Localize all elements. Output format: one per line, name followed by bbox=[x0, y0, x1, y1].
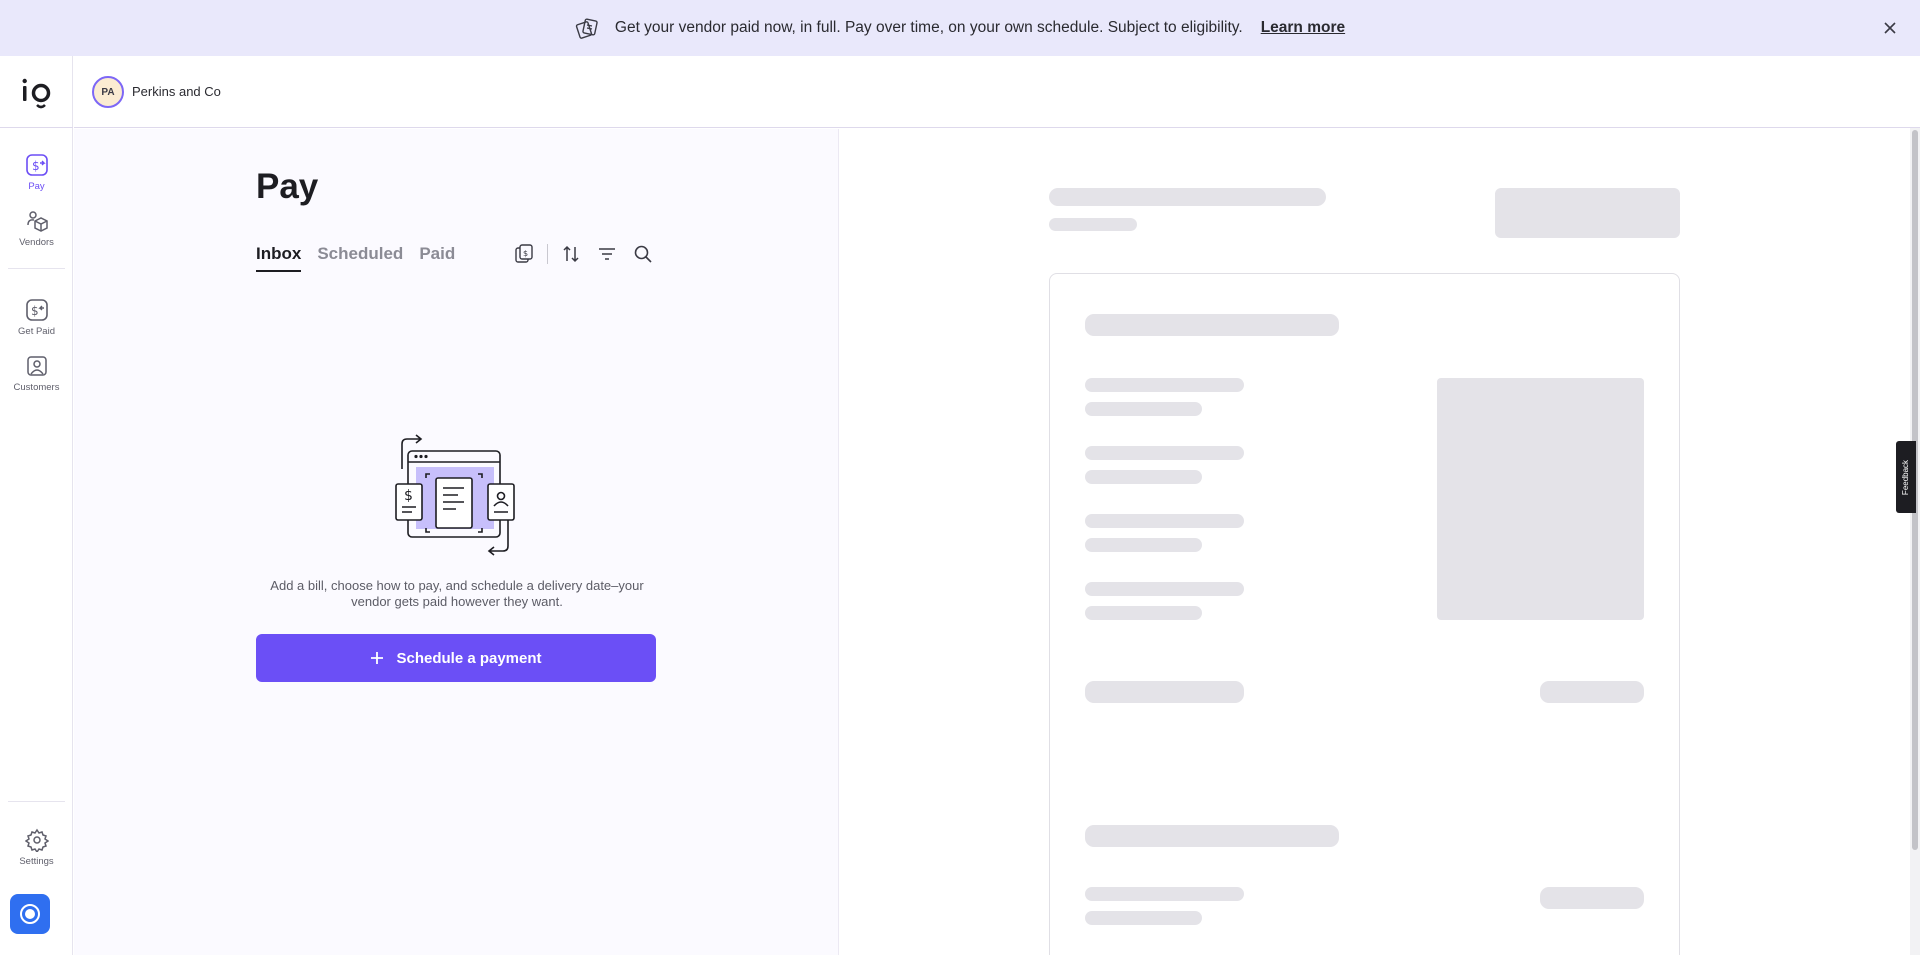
customers-icon bbox=[26, 356, 47, 376]
skeleton-bar bbox=[1085, 606, 1202, 620]
tab-scheduled[interactable]: Scheduled bbox=[317, 244, 403, 272]
svg-text:$: $ bbox=[32, 159, 40, 173]
skeleton-bar bbox=[1540, 887, 1644, 909]
tab-inbox[interactable]: Inbox bbox=[256, 244, 302, 272]
banner-message: Get your vendor paid now, in full. Pay o… bbox=[614, 19, 1243, 36]
skeleton-bar bbox=[1049, 188, 1326, 206]
vendors-icon bbox=[26, 211, 48, 232]
sidebar-item-label: Customers bbox=[13, 382, 60, 393]
skeleton-bar bbox=[1085, 470, 1202, 484]
sidebar-item-label: Vendors bbox=[19, 237, 54, 248]
get-paid-icon: $ bbox=[25, 299, 48, 321]
sort-icon[interactable] bbox=[560, 243, 582, 265]
avatar[interactable]: PA bbox=[92, 76, 124, 108]
sidebar-item-vendors[interactable]: Vendors bbox=[0, 209, 73, 257]
top-header: PA Perkins and Co bbox=[74, 56, 1920, 128]
help-icon bbox=[20, 904, 40, 924]
promo-banner: Get your vendor paid now, in full. Pay o… bbox=[0, 0, 1920, 56]
search-icon[interactable] bbox=[632, 243, 654, 265]
skeleton-block bbox=[1495, 188, 1680, 238]
skeleton-bar bbox=[1085, 446, 1244, 460]
skeleton-bar bbox=[1085, 378, 1244, 392]
pay-icon: $ bbox=[25, 154, 48, 176]
sidebar-item-customers[interactable]: Customers bbox=[0, 354, 73, 402]
filter-icon[interactable] bbox=[596, 243, 618, 265]
tab-bar: Inbox Scheduled Paid bbox=[256, 244, 455, 272]
feedback-tab[interactable]: Feedback bbox=[1896, 441, 1916, 513]
schedule-payment-label: Schedule a payment bbox=[396, 649, 542, 667]
skeleton-bar bbox=[1085, 314, 1339, 336]
schedule-payment-button[interactable]: Schedule a payment bbox=[256, 634, 656, 682]
skeleton-bar bbox=[1049, 218, 1137, 231]
toolbar-divider bbox=[547, 244, 548, 264]
sidebar: $ Pay Vendors $ Get Paid Customers Setti… bbox=[0, 56, 73, 955]
skeleton-bar bbox=[1085, 887, 1244, 901]
sidebar-item-get-paid[interactable]: $ Get Paid bbox=[0, 298, 73, 346]
sidebar-item-label: Settings bbox=[19, 856, 54, 867]
brand-logo[interactable] bbox=[20, 74, 54, 112]
pay-panel: Pay Inbox Scheduled Paid $ $ Add a bill,… bbox=[74, 129, 839, 955]
feedback-label: Feedback bbox=[1901, 459, 1911, 495]
tab-paid[interactable]: Paid bbox=[419, 244, 455, 272]
rail-separator bbox=[8, 268, 65, 269]
skeleton-bar bbox=[1540, 681, 1644, 703]
svg-text:$: $ bbox=[404, 488, 413, 504]
payment-cards-icon bbox=[575, 18, 598, 39]
skeleton-bar bbox=[1085, 402, 1202, 416]
skeleton-bar bbox=[1085, 514, 1244, 528]
page-title: Pay bbox=[256, 167, 319, 206]
rail-divider bbox=[0, 127, 73, 128]
gear-icon bbox=[24, 828, 49, 852]
close-icon[interactable] bbox=[1880, 18, 1900, 38]
learn-more-link[interactable]: Learn more bbox=[1261, 19, 1345, 37]
skeleton-bar bbox=[1085, 538, 1202, 552]
sidebar-item-settings[interactable]: Settings bbox=[0, 828, 73, 876]
svg-text:$: $ bbox=[523, 249, 528, 258]
avatar-initials: PA bbox=[101, 86, 115, 98]
rail-separator bbox=[8, 801, 65, 802]
sidebar-item-label: Pay bbox=[28, 181, 45, 192]
skeleton-bar bbox=[1085, 911, 1202, 925]
sidebar-item-label: Get Paid bbox=[18, 326, 55, 337]
empty-state-text: Add a bill, choose how to pay, and sched… bbox=[270, 578, 644, 609]
help-button[interactable] bbox=[10, 894, 50, 934]
bills-illustration: $ bbox=[395, 434, 515, 556]
plus-icon bbox=[371, 652, 384, 664]
skeleton-bar bbox=[1085, 582, 1244, 596]
skeleton-image bbox=[1437, 378, 1644, 620]
company-name[interactable]: Perkins and Co bbox=[132, 84, 221, 99]
svg-text:$: $ bbox=[31, 304, 39, 318]
bills-icon[interactable]: $ bbox=[514, 243, 536, 265]
skeleton-bar bbox=[1085, 681, 1244, 703]
skeleton-bar bbox=[1085, 825, 1339, 847]
sidebar-item-pay[interactable]: $ Pay bbox=[0, 153, 73, 201]
